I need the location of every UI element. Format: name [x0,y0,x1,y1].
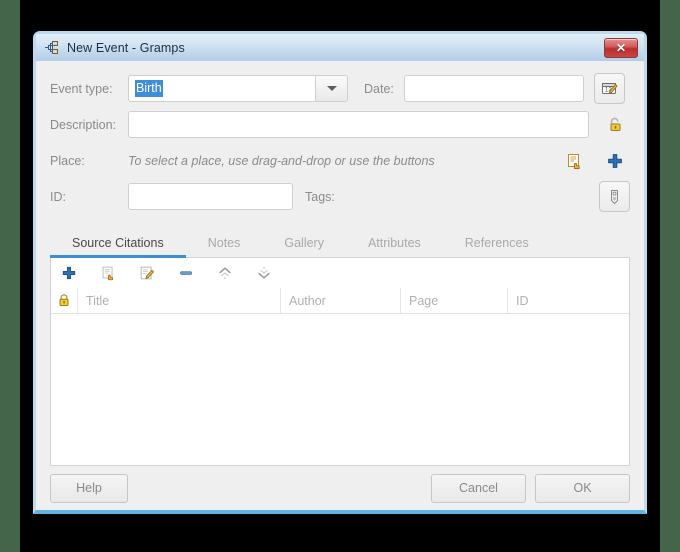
tab-gallery[interactable]: Gallery [262,236,346,257]
row-description: Description: [50,109,630,140]
event-type-input[interactable]: Birth [128,75,315,102]
column-page[interactable]: Page [401,288,508,313]
add-place-button[interactable] [599,145,630,176]
remove-citation-button[interactable] [176,263,196,283]
column-private[interactable] [51,288,78,313]
place-label: Place: [50,153,85,168]
place-hint-text: To select a place, use drag-and-drop or … [128,153,435,168]
edit-citation-button[interactable] [137,263,157,283]
tags-button[interactable] [599,181,630,212]
padlock-icon [59,294,69,306]
event-type-combo[interactable]: Birth [128,75,348,102]
citations-list: Title Author Page ID [50,288,630,466]
row-place: Place: To select a place, use drag-and-d… [50,145,630,176]
padlock-open-icon [610,117,620,131]
plus-icon [607,153,622,168]
privacy-toggle-button[interactable] [599,109,630,140]
tab-references[interactable]: References [443,236,551,257]
close-icon: ✕ [615,40,627,55]
event-form: Event type: Birth Date: 12 Description: … [36,61,644,223]
tab-source-citations[interactable]: Source Citations [50,236,186,258]
event-type-dropdown-button[interactable] [315,75,348,102]
date-input[interactable] [403,75,584,102]
move-down-icon [258,267,270,279]
citation-toolbar [50,258,630,288]
dialog-body: Event type: Birth Date: 12 Description: … [36,61,644,510]
share-place-icon [567,153,580,169]
tags-label: Tags: [305,189,335,204]
title-bar[interactable]: New Event - Gramps ✕ [36,34,644,61]
dialog-action-bar: Help Cancel OK [36,466,644,510]
move-up-button[interactable] [215,263,235,283]
column-id[interactable]: ID [508,288,629,313]
window-title: New Event - Gramps [67,40,185,55]
tab-attributes[interactable]: Attributes [346,236,443,257]
description-input[interactable] [128,111,589,138]
desktop-strip-left [0,0,20,552]
move-up-icon [219,267,231,279]
citations-list-header: Title Author Page ID [51,288,629,314]
description-label: Description: [50,117,116,132]
event-type-value: Birth [135,79,163,98]
id-label: ID: [50,189,66,204]
column-author[interactable]: Author [281,288,401,313]
add-citation-icon [62,266,76,280]
desktop-strip-right [660,0,680,552]
share-citation-button[interactable] [98,263,118,283]
calendar-edit-icon: 12 [601,83,618,94]
row-id-tags: ID: Tags: [50,181,630,212]
cancel-button[interactable]: Cancel [431,473,526,503]
move-down-button[interactable] [254,263,274,283]
date-label: Date: [364,81,394,96]
citations-notebook: Source Citations Notes Gallery Attribute… [50,227,630,466]
chevron-down-icon [326,86,337,91]
remove-citation-icon [180,271,192,275]
gramps-family-tree-icon [44,40,60,56]
close-button[interactable]: ✕ [604,37,638,58]
tab-bar: Source Citations Notes Gallery Attribute… [50,227,630,258]
add-citation-button[interactable] [59,263,79,283]
select-place-button[interactable] [558,145,589,176]
new-event-dialog: New Event - Gramps ✕ Event type: Birth D… [33,31,647,514]
share-citation-icon [102,266,114,281]
date-editor-button[interactable]: 12 [593,73,625,104]
ok-button[interactable]: OK [535,473,630,503]
column-title[interactable]: Title [78,288,281,313]
edit-citation-icon [140,266,154,280]
help-button[interactable]: Help [50,473,128,503]
tab-notes[interactable]: Notes [186,236,263,257]
tag-icon [611,190,618,205]
row-event-type: Event type: Birth Date: 12 [50,73,630,104]
citations-list-body[interactable] [51,314,629,465]
event-type-label: Event type: [50,81,113,96]
id-input[interactable] [128,183,293,210]
